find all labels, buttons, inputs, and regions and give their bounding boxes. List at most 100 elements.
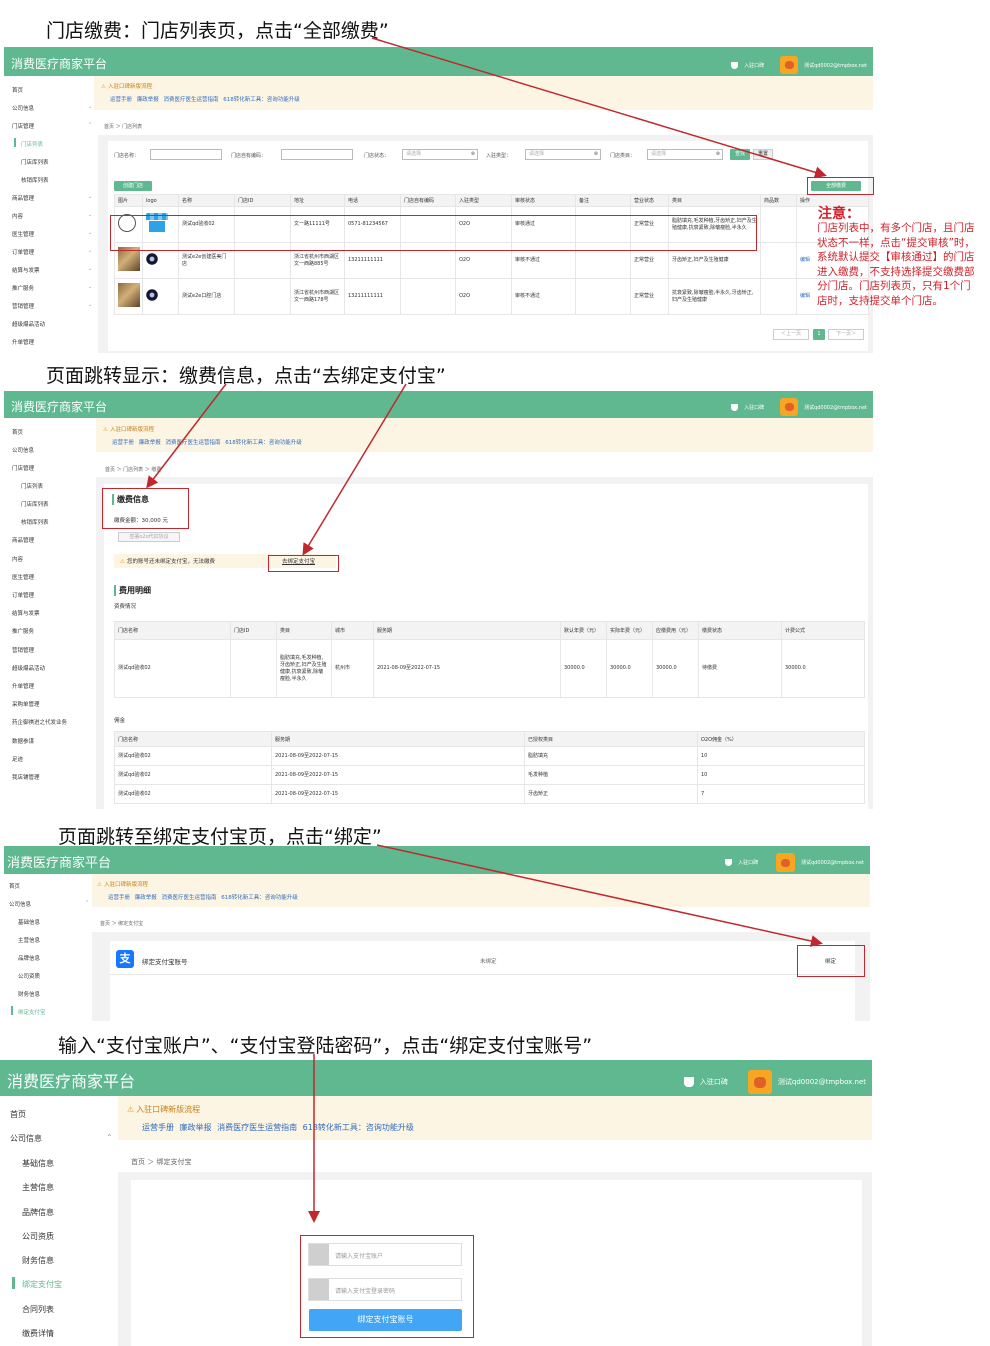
- cell-formula: 30000.0: [781, 639, 865, 698]
- cell-store-name: 测试qd验收02: [114, 639, 231, 698]
- sidebar-item-store-library[interactable]: 门店库列表: [21, 158, 49, 166]
- sidebar-item-goods[interactable]: 商品管理: [12, 536, 34, 544]
- reset-button[interactable]: 重置: [753, 149, 773, 160]
- sidebar-item-verify-library[interactable]: 核销库列表: [21, 176, 49, 184]
- col-store-id: 门店ID: [234, 194, 291, 207]
- sign-agreement-button[interactable]: 签署o2o代扣协议: [118, 532, 180, 542]
- sidebar-item-store-library[interactable]: 门店库列表: [21, 500, 49, 508]
- label-store-code: 门店自有编码：: [231, 153, 267, 159]
- clear-icon[interactable]: ⊗: [471, 150, 475, 159]
- sidebar-item-upsell[interactable]: 升单管理: [12, 682, 34, 690]
- enter-koubei-link[interactable]: 入驻口碑: [744, 404, 764, 411]
- sidebar-item-orders[interactable]: 订单管理 ⌄: [12, 248, 92, 256]
- sidebar-item-settlement[interactable]: 结算与发票 ⌄: [12, 266, 92, 274]
- cell-goods: [760, 206, 797, 243]
- avatar[interactable]: [780, 398, 799, 416]
- sidebar-item-store-list[interactable]: 门店列表: [21, 482, 43, 490]
- sidebar-item-bind-alipay[interactable]: 绑定支付宝: [22, 1279, 62, 1290]
- enter-koubei-link[interactable]: 入驻口碑: [700, 1077, 728, 1087]
- sidebar-item-upsell[interactable]: 升单管理: [12, 338, 34, 346]
- panel-bind-alipay: 消费医疗商家平台 入驻口碑 测试qd0002@tmpbox.net 首页 公司信…: [4, 846, 870, 1021]
- avatar[interactable]: [776, 853, 796, 872]
- sidebar-item-company[interactable]: 公司信息 ⌃: [10, 1133, 113, 1144]
- col-due-fee: 应缴费用（元）: [652, 621, 699, 640]
- sidebar-item-finance[interactable]: 财务信息: [18, 990, 40, 998]
- sidebar-item-store-list[interactable]: 门店列表: [21, 140, 43, 148]
- prev-page-button[interactable]: ＜上一页: [773, 329, 809, 340]
- store-name-input[interactable]: [150, 149, 222, 160]
- sidebar-item-finance[interactable]: 财务信息: [22, 1255, 54, 1266]
- sidebar-item-data[interactable]: 数据参谋: [12, 737, 34, 745]
- sidebar-item-home[interactable]: 首页: [10, 1109, 26, 1120]
- brand-title: 消费医疗商家平台: [7, 1072, 136, 1091]
- chevron-down-icon: ⌄: [88, 302, 93, 308]
- warning-icon: ⚠: [101, 84, 106, 90]
- store-status-select[interactable]: 请选择 ⊗: [402, 149, 478, 160]
- sidebar-item-goods[interactable]: 商品管理 ⌄: [12, 194, 92, 202]
- notice-links[interactable]: 运营手册 廉政举报 消费医疗医生运营指南 618转化新工具：咨询功能升级: [108, 893, 298, 901]
- sidebar-item-store-mgmt[interactable]: 门店管理 ⌃: [12, 122, 92, 130]
- create-store-button[interactable]: 创建门店: [114, 181, 152, 191]
- sidebar-item-company[interactable]: 公司信息 ⌄: [12, 104, 92, 112]
- next-page-button[interactable]: 下一页＞: [828, 329, 864, 340]
- store-category-select[interactable]: 请选择 ⊗: [647, 149, 723, 160]
- sidebar-item-super-deal[interactable]: 超级爆品活动: [12, 320, 45, 328]
- sidebar-item-payment-detail[interactable]: 缴费详情: [22, 1328, 54, 1339]
- sidebar-item-brand-info[interactable]: 品牌信息: [22, 1207, 54, 1218]
- notice-links[interactable]: 运营手册 廉政举报 消费医疗医生运营指南 618转化新工具：咨询功能升级: [110, 95, 300, 103]
- store-code-input[interactable]: [281, 149, 353, 160]
- chevron-up-icon: ⌃: [106, 1133, 113, 1142]
- notice-title[interactable]: 入驻口碑新版流程: [110, 427, 154, 433]
- enter-koubei-link[interactable]: 入驻口碑: [744, 62, 764, 69]
- sidebar-item-bind-alipay[interactable]: 绑定支付宝: [18, 1008, 46, 1016]
- enter-koubei-link[interactable]: 入驻口碑: [738, 859, 758, 866]
- sidebar-item-home[interactable]: 首页: [12, 86, 23, 94]
- sidebar-item-super-deal[interactable]: 超级爆品活动: [12, 664, 45, 672]
- warning-icon: ⚠: [97, 882, 102, 888]
- notice-title[interactable]: 入驻口碑新版流程: [104, 882, 148, 888]
- sidebar-item-content[interactable]: 内容 ⌄: [12, 212, 92, 220]
- sidebar-item-doctor[interactable]: 医生管理 ⌄: [12, 230, 92, 238]
- sidebar-item-doctor[interactable]: 医生管理: [12, 573, 34, 581]
- edit-link[interactable]: 编辑: [800, 257, 810, 263]
- sidebar-item-settlement[interactable]: 结算与发票: [12, 609, 40, 617]
- sidebar-item-purchase[interactable]: 采购单管理: [12, 700, 40, 708]
- notice-links[interactable]: 运营手册 廉政举报 消费医疗医生运营指南 618转化新工具：咨询功能升级: [112, 438, 302, 446]
- sidebar-item-main-info[interactable]: 主营信息: [22, 1182, 54, 1193]
- avatar[interactable]: [780, 56, 799, 74]
- clear-icon[interactable]: ⊗: [594, 150, 598, 159]
- sidebar-item-contracts[interactable]: 合同列表: [22, 1304, 54, 1315]
- sidebar-item-main-info[interactable]: 主营信息: [18, 936, 40, 944]
- sidebar-item-marketing[interactable]: 营销管理 ⌄: [12, 302, 92, 310]
- sidebar-item-pharma[interactable]: 药企御祺进之代发业务: [12, 718, 67, 726]
- notice-links[interactable]: 运营手册 廉政举报 消费医疗医生运营指南 618转化新工具：咨询功能升级: [142, 1122, 414, 1133]
- sidebar-item-basic-info[interactable]: 基础信息: [22, 1158, 54, 1169]
- sidebar-item-orders[interactable]: 订单管理: [12, 591, 34, 599]
- sidebar-item-shop[interactable]: 我店铺管理: [12, 773, 40, 781]
- clear-icon[interactable]: ⊗: [716, 150, 720, 159]
- sidebar-item-brand-info[interactable]: 品牌信息: [18, 954, 40, 962]
- sidebar-item-home[interactable]: 首页: [9, 882, 20, 890]
- page-1-button[interactable]: 1: [813, 329, 825, 340]
- sidebar-item-content[interactable]: 内容: [12, 555, 23, 563]
- sidebar-item-store-mgmt[interactable]: 门店管理: [12, 464, 34, 472]
- col-city: 城市: [331, 621, 374, 640]
- sidebar-item-verify-library[interactable]: 核销库列表: [21, 518, 49, 526]
- avatar[interactable]: [747, 1070, 772, 1094]
- entry-type-select[interactable]: 请选择 ⊗: [525, 149, 601, 160]
- sidebar-item-qualification[interactable]: 公司资质: [22, 1231, 54, 1242]
- sidebar-item-qualification[interactable]: 公司资质: [18, 972, 40, 980]
- sidebar-item-home[interactable]: 首页: [12, 428, 23, 436]
- sidebar-item-footprint[interactable]: 足迹: [12, 755, 23, 763]
- edit-link[interactable]: 编辑: [800, 293, 810, 299]
- sidebar-item-company[interactable]: 公司信息 ⌃: [9, 900, 89, 908]
- sidebar-item-promotion[interactable]: 推广服务 ⌄: [12, 284, 92, 292]
- notice-title[interactable]: 入驻口碑新版流程: [136, 1105, 200, 1114]
- sidebar-item-promotion[interactable]: 推广服务: [12, 627, 34, 635]
- sidebar-item-company[interactable]: 公司信息: [12, 446, 34, 454]
- sidebar-item-basic-info[interactable]: 基础信息: [18, 918, 40, 926]
- sidebar-item-marketing[interactable]: 营销管理: [12, 646, 34, 654]
- notice-title[interactable]: 入驻口碑新版流程: [108, 84, 152, 90]
- row-divider: [110, 974, 855, 975]
- search-button[interactable]: 查找: [730, 149, 750, 160]
